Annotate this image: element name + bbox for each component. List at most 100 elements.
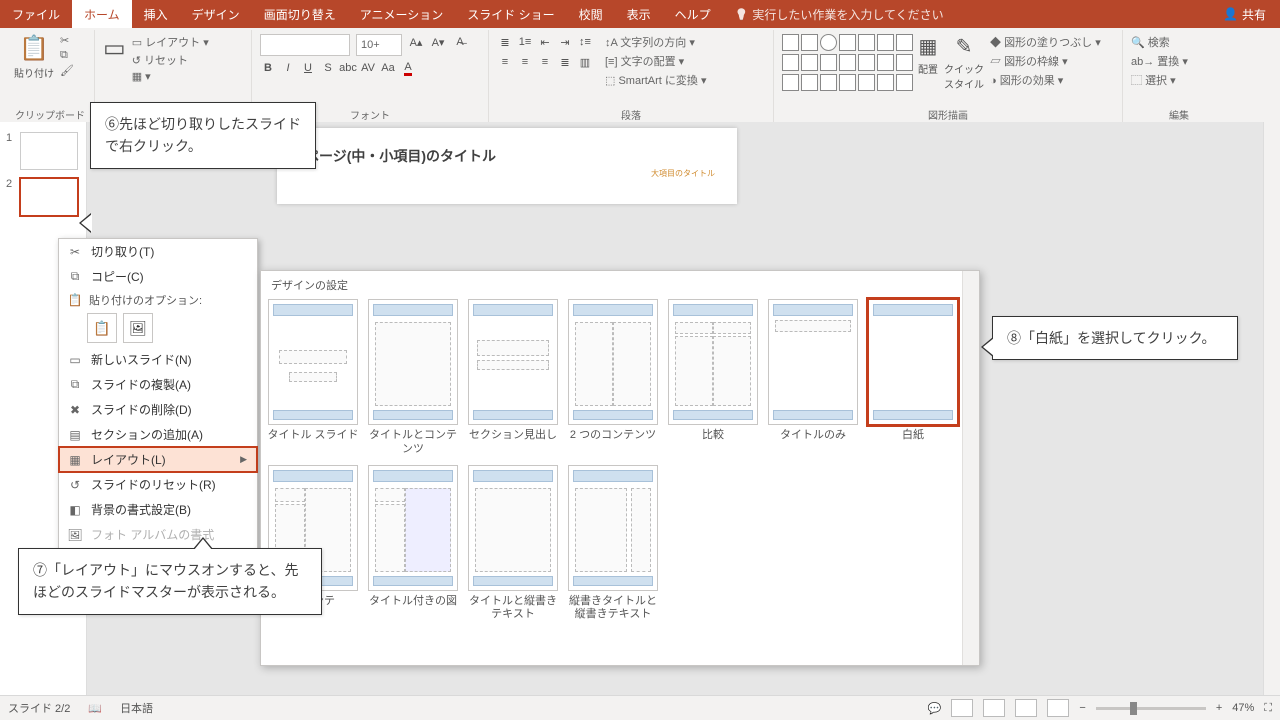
layout-title-slide[interactable]: タイトル スライド [267,299,359,457]
ctx-background[interactable]: ◧背景の書式設定(B) [59,497,257,522]
view-normal-icon[interactable] [951,699,973,717]
ctx-layout[interactable]: ▦レイアウト(L)▶ [59,447,257,472]
strike-button[interactable]: S [320,60,336,76]
thumbnail-2[interactable]: 2 [0,174,86,220]
layout-vtitle-vtext[interactable]: 縦書きタイトルと 縦書きテキスト [567,465,659,623]
spellcheck-icon[interactable]: 📖 [88,702,102,715]
ctx-new-slide[interactable]: ▭新しいスライド(N) [59,347,257,372]
tab-slideshow[interactable]: スライド ショー [455,0,566,28]
justify-icon[interactable]: ≣ [557,54,573,70]
section-button[interactable]: ▦ ▾ [132,70,209,83]
replace-button[interactable]: ab→ 置換 ▾ [1131,53,1188,69]
tab-help[interactable]: ヘルプ [663,0,723,28]
layout-picture-caption[interactable]: タイトル付きの図 [367,465,459,623]
tab-home[interactable]: ホーム [72,0,132,28]
vertical-scrollbar[interactable] [1263,122,1280,696]
layout-two-content[interactable]: 2 つのコンテンツ [567,299,659,457]
zoom-in-icon[interactable]: + [1216,702,1222,714]
thumbnail-1[interactable]: 1 [0,128,86,174]
quick-styles-icon: ✎ [956,34,973,59]
text-align-vert[interactable]: [≡] 文字の配置 ▾ [605,53,706,69]
zoom-slider[interactable] [1096,707,1206,710]
quick-styles-button[interactable]: ✎クイック スタイル [944,34,984,91]
clear-format-icon[interactable]: A̶ [452,34,468,50]
slide-subtitle: 大項目のタイトル [651,168,715,179]
font-color-button[interactable]: A [400,60,416,76]
change-case-button[interactable]: Aa [380,60,396,76]
indent-dec-icon[interactable]: ⇤ [537,34,553,50]
find-button[interactable]: 🔍 検索 [1131,34,1188,50]
new-slide-button[interactable]: ▭ [103,34,126,63]
layout-section-header[interactable]: セクション見出し [467,299,559,457]
layout-title-content[interactable]: タイトルとコンテンツ [367,299,459,457]
align-left-icon[interactable]: ≡ [497,54,513,70]
gallery-scrollbar[interactable] [962,271,979,665]
tell-me[interactable]: 実行したい作業を入力してください [723,0,956,28]
line-spacing-icon[interactable]: ↕≡ [577,34,593,50]
font-size[interactable]: 10+ [356,34,402,56]
view-slideshow-icon[interactable] [1047,699,1069,717]
cut-icon: ✂ [67,244,83,260]
shape-gallery[interactable] [782,34,912,91]
indent-inc-icon[interactable]: ⇥ [557,34,573,50]
numbering-icon[interactable]: 1≡ [517,34,533,50]
layout-comparison[interactable]: 比較 [667,299,759,457]
layout-title-vtext[interactable]: タイトルと縦書きテキスト [467,465,559,623]
char-spacing-button[interactable]: AV [360,60,376,76]
tab-review[interactable]: 校閲 [567,0,615,28]
reset-button[interactable]: ↺ リセット [132,52,209,68]
cut-icon[interactable]: ✂ [60,34,74,47]
ctx-paste-head: 📋貼り付けのオプション: [59,289,257,311]
view-reading-icon[interactable] [1015,699,1037,717]
smartart-convert[interactable]: ⬚ SmartArt に変換 ▾ [605,72,706,88]
paste-keep-source[interactable]: 🖼 [123,313,153,343]
fit-window-icon[interactable]: ⛶ [1264,702,1272,715]
tab-file[interactable]: ファイル [0,0,72,28]
tab-insert[interactable]: 挿入 [132,0,180,28]
zoom-level[interactable]: 47% [1232,702,1254,714]
ctx-section[interactable]: ▤セクションの追加(A) [59,422,257,447]
layout-blank[interactable]: 白紙 [867,299,959,457]
new-slide-icon: ▭ [67,352,83,368]
underline-button[interactable]: U [300,60,316,76]
columns-icon[interactable]: ▥ [577,54,593,70]
bullets-icon[interactable]: ≣ [497,34,513,50]
paste-button[interactable]: 📋 貼り付け [14,34,54,80]
view-sorter-icon[interactable] [983,699,1005,717]
align-right-icon[interactable]: ≡ [537,54,553,70]
shape-fill[interactable]: ◆ 図形の塗りつぶし ▾ [990,34,1101,50]
italic-button[interactable]: I [280,60,296,76]
comments-icon[interactable]: 💬 [928,702,942,715]
tab-animations[interactable]: アニメーション [348,0,456,28]
language[interactable]: 日本語 [120,700,153,716]
copy-icon[interactable]: ⧉ [60,49,74,62]
share-button[interactable]: 👤共有 [1209,0,1280,28]
shrink-font-icon[interactable]: A▾ [430,34,446,50]
bold-button[interactable]: B [260,60,276,76]
paste-dest-theme[interactable]: 📋 [87,313,117,343]
text-direction[interactable]: ↕A 文字列の方向 ▾ [605,34,706,50]
select-button[interactable]: ⬚ 選択 ▾ [1131,72,1188,88]
layout-menu[interactable]: ▭ レイアウト ▾ [132,34,209,50]
format-painter-icon[interactable]: 🖌 [60,64,74,77]
ctx-reset[interactable]: ↺スライドのリセット(R) [59,472,257,497]
shape-effects[interactable]: ◑ 図形の効果 ▾ [990,72,1101,88]
current-slide[interactable]: ページ(中・小項目)のタイトル 大項目のタイトル [277,128,737,204]
ctx-delete[interactable]: ✖スライドの削除(D) [59,397,257,422]
layout-title-only[interactable]: タイトルのみ [767,299,859,457]
ctx-copy[interactable]: ⧉コピー(C) [59,264,257,289]
ctx-photo-album: 🖼フォト アルバムの書式 [59,522,257,547]
ctx-duplicate[interactable]: ⧉スライドの複製(A) [59,372,257,397]
align-center-icon[interactable]: ≡ [517,54,533,70]
zoom-out-icon[interactable]: − [1079,702,1085,714]
grow-font-icon[interactable]: A▴ [408,34,424,50]
font-family[interactable] [260,34,350,56]
tab-transitions[interactable]: 画面切り替え [252,0,348,28]
tab-design[interactable]: デザイン [180,0,252,28]
tab-view[interactable]: 表示 [615,0,663,28]
shape-outline[interactable]: ▱ 図形の枠線 ▾ [990,53,1101,69]
shadow-button[interactable]: abc [340,60,356,76]
callout-step-6: ⑥先ほど切り取りしたスライドで右クリック。 [90,102,316,169]
ctx-cut[interactable]: ✂切り取り(T) [59,239,257,264]
arrange-button[interactable]: ▦配置 [918,34,938,76]
